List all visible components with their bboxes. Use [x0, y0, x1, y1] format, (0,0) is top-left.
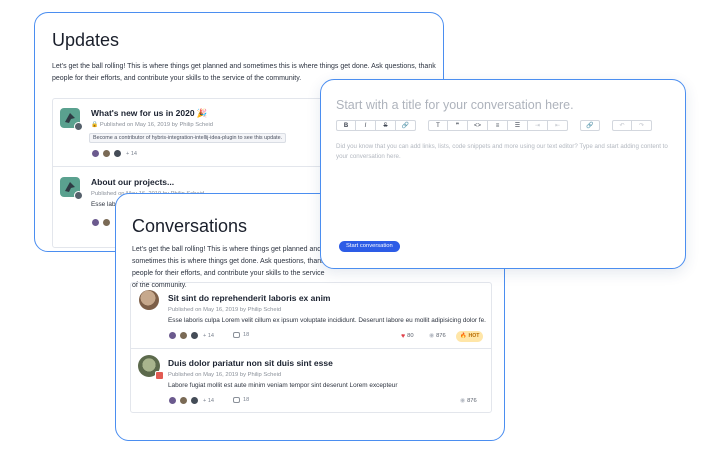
comment-icon: [233, 332, 240, 338]
contributor-notice: Become a contributor of hybris-integrati…: [89, 133, 287, 143]
participants-more: + 14: [203, 397, 215, 404]
participant-avatar: [179, 396, 188, 405]
attach-button[interactable]: 🔗: [580, 120, 600, 131]
participants: + 14: [91, 149, 137, 158]
participant-avatar: [102, 218, 111, 227]
participants-more: + 14: [203, 332, 215, 339]
strikethrough-button[interactable]: S: [376, 120, 396, 131]
like-count[interactable]: ♥ 80: [397, 331, 418, 342]
ordered-list-button[interactable]: ≡: [488, 120, 508, 131]
code-button[interactable]: <>: [468, 120, 488, 131]
participant-avatar: [179, 331, 188, 340]
conversations-feed: Sit sint do reprehenderit laboris ex ani…: [130, 282, 492, 413]
start-conversation-button[interactable]: Start conversation: [339, 241, 400, 252]
update-title[interactable]: About our projects...: [91, 177, 174, 187]
author-avatar: [138, 355, 164, 380]
bullet-list-button[interactable]: ☰: [508, 120, 528, 131]
link-button[interactable]: 🔗: [396, 120, 416, 131]
participant-avatar: [102, 149, 111, 158]
indent-button[interactable]: ⇥: [528, 120, 548, 131]
heart-icon: ♥: [401, 333, 406, 340]
hot-badge: 🔥 HOT: [456, 331, 484, 342]
participants: [91, 218, 113, 227]
participants-more: + 14: [126, 150, 138, 157]
comment-icon: [233, 397, 240, 403]
author-avatar: [139, 290, 159, 310]
conversation-excerpt: Labore fugiat mollit est aute minim veni…: [168, 382, 398, 389]
conversation-meta: Published on May 16, 2019 by Philip Sche…: [168, 372, 282, 378]
author-avatar: [74, 191, 83, 200]
conversation-excerpt: Esse laboris culpa Lorem velit cillum ex…: [168, 317, 486, 324]
lock-icon: 🔒: [91, 122, 100, 128]
new-conversation-editor: Start with a title for your conversation…: [320, 79, 686, 269]
undo-button[interactable]: ↶: [612, 120, 632, 131]
view-count: ◉ 876: [456, 396, 481, 407]
conversation-body-input[interactable]: Did you know that you can add links, lis…: [336, 142, 676, 162]
quote-button[interactable]: ❞: [448, 120, 468, 131]
divider: [131, 348, 491, 349]
participants: + 14: [168, 331, 214, 340]
update-title[interactable]: What's new for us in 2020 🎉: [91, 108, 208, 119]
participant-avatar: [168, 331, 177, 340]
comment-count[interactable]: 18: [233, 332, 249, 338]
eye-icon: ◉: [429, 333, 435, 339]
italic-button[interactable]: I: [356, 120, 376, 131]
conversation-title-input[interactable]: Start with a title for your conversation…: [336, 98, 574, 112]
divider: [53, 166, 351, 167]
conversation-title[interactable]: Duis dolor pariatur non sit duis sint es…: [168, 358, 333, 368]
redo-button[interactable]: ↷: [632, 120, 652, 131]
fire-icon: 🔥: [460, 333, 467, 339]
update-meta: 🔒 Published on May 16, 2019 by Philip Sc…: [91, 122, 213, 128]
conversation-title[interactable]: Sit sint do reprehenderit laboris ex ani…: [168, 293, 330, 303]
editor-toolbar: B I S 🔗 T ❞ <> ≡ ☰ ⇥ ⇤ 🔗 ↶ ↷: [336, 120, 652, 131]
status-badge: [155, 371, 164, 380]
outdent-button[interactable]: ⇤: [548, 120, 568, 131]
participant-avatar: [190, 331, 199, 340]
heading-button[interactable]: T: [428, 120, 448, 131]
participant-avatar: [91, 218, 100, 227]
project-avatar: [60, 108, 83, 131]
conversations-title: Conversations: [132, 216, 248, 236]
bold-button[interactable]: B: [336, 120, 356, 131]
participant-avatar: [168, 396, 177, 405]
eye-icon: ◉: [460, 398, 466, 404]
project-avatar: [60, 177, 83, 200]
author-avatar: [74, 122, 83, 131]
participant-avatar: [91, 149, 100, 158]
view-count: ◉ 876: [425, 331, 450, 342]
updates-title: Updates: [52, 30, 120, 50]
participants: + 14: [168, 396, 214, 405]
participant-avatar: [113, 149, 122, 158]
comment-count[interactable]: 18: [233, 397, 249, 403]
conversation-meta: Published on May 16, 2019 by Philip Sche…: [168, 307, 282, 313]
participant-avatar: [190, 396, 199, 405]
